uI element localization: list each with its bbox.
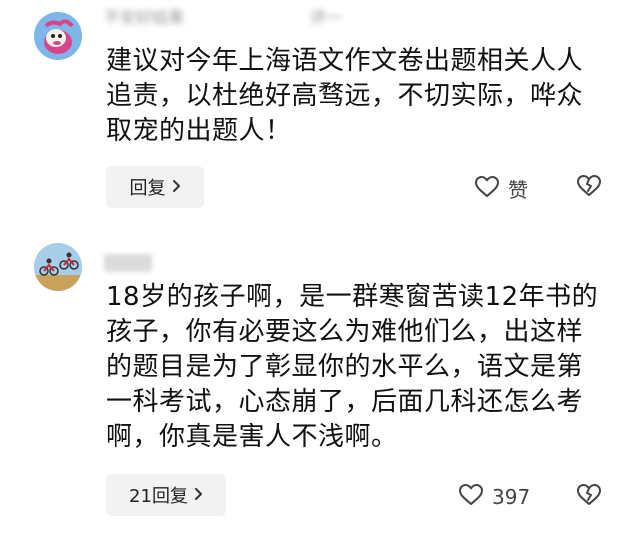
avatar-cartoon-image [34,12,82,60]
avatar[interactable] [34,243,82,291]
broken-heart-icon[interactable] [576,174,602,202]
like-button[interactable]: 397 [458,483,530,511]
like-label: 赞 [508,178,528,202]
heart-outline-icon [474,175,500,203]
chevron-right-icon [172,178,181,197]
chevron-right-icon [194,486,203,505]
comment-text: 建议对今年上海语文作文卷出题相关人人追责，以杜绝好高骛远，不切实际，哗众取宠的出… [106,46,584,146]
broken-heart-icon[interactable] [576,483,602,511]
heart-outline-icon [458,483,484,511]
reply-label: 回复 [129,178,166,199]
reply-label: 21回复 [129,486,188,507]
timestamp: 评一 [310,8,343,27]
username-redacted[interactable] [104,254,152,272]
like-count: 397 [492,485,531,509]
like-button[interactable]: 赞 [474,174,528,203]
avatar-motocross-image [34,243,82,291]
avatar[interactable] [34,12,82,60]
reply-button[interactable]: 21回复 [106,474,226,516]
username[interactable]: 不安好结果 [104,4,184,28]
reply-button[interactable]: 回复 [106,166,204,208]
comment-text: 18岁的孩子啊，是一群寒窗苦读12年书的孩子，你有必要这么为难他们么，出这样的题… [106,282,599,452]
